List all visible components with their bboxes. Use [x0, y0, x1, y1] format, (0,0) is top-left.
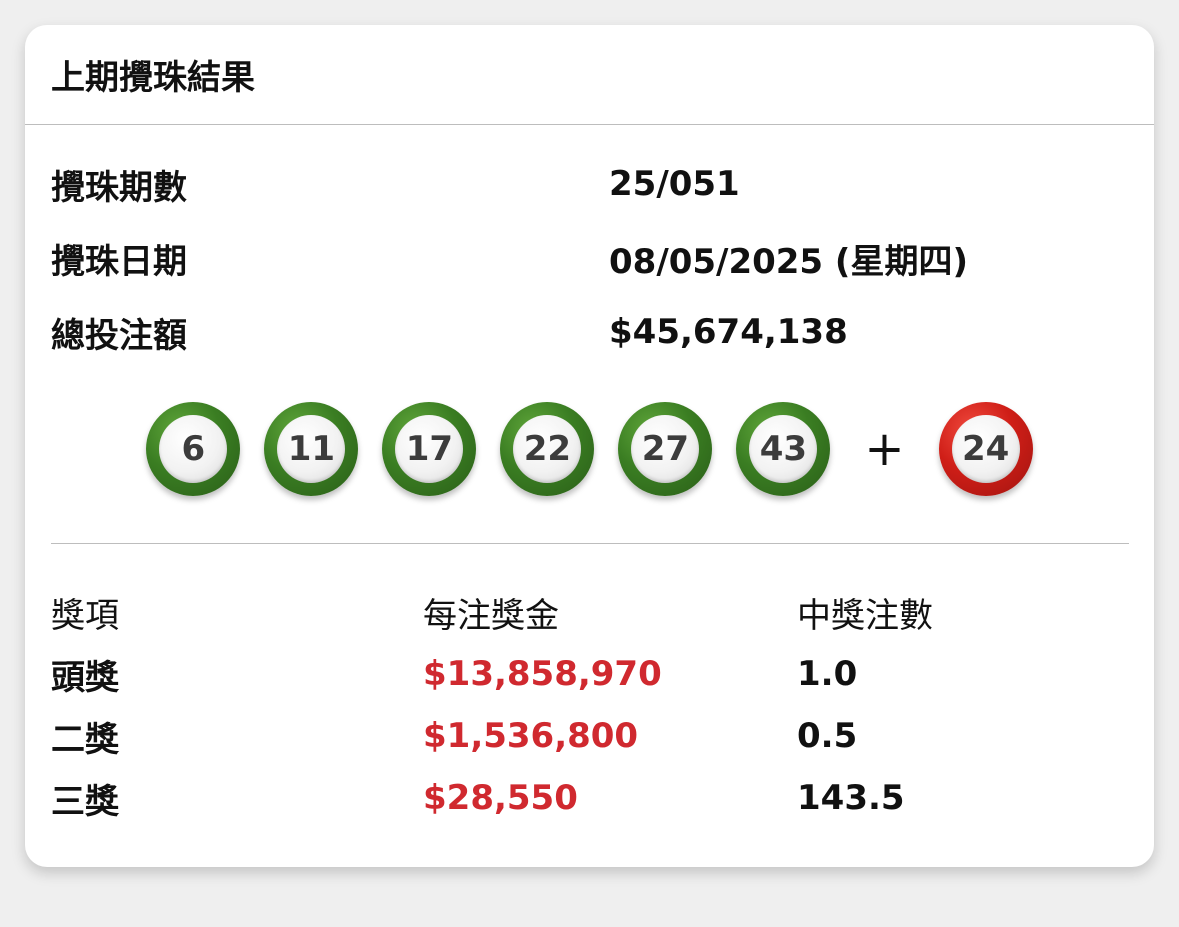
draw-info: 攪珠期數 25/051 攪珠日期 08/05/2025 (星期四) 總投注額 $…: [51, 147, 1131, 369]
total-turnover-row: 總投注額 $45,674,138: [51, 295, 1131, 369]
section-divider: [51, 543, 1129, 544]
table-row: 頭獎 $13,858,970 1.0: [51, 643, 1131, 705]
ball-number: 11: [277, 415, 346, 483]
prize-name: 二獎: [51, 719, 119, 760]
draw-number-value: 25/051: [609, 164, 740, 204]
prize-table: 獎項 每注獎金 中獎注數 頭獎 $13,858,970 1.0 二獎 $1,53…: [51, 581, 1131, 829]
prize-table-header: 獎項 每注獎金 中獎注數: [51, 581, 1131, 643]
total-turnover-label: 總投注額: [51, 315, 187, 356]
number-ball: 43: [736, 402, 831, 496]
card-header: 上期攪珠結果: [25, 25, 1154, 125]
prize-name: 三獎: [51, 781, 119, 822]
ball-number: 43: [749, 415, 818, 483]
ball-number: 24: [951, 415, 1020, 483]
prize-amount: $13,858,970: [423, 654, 662, 694]
table-row: 三獎 $28,550 143.5: [51, 767, 1131, 829]
total-turnover-value: $45,674,138: [609, 312, 848, 352]
plus-icon: +: [864, 421, 905, 477]
last-draw-card: 上期攪珠結果 攪珠期數 25/051 攪珠日期 08/05/2025 (星期四)…: [25, 25, 1154, 867]
number-ball: 11: [264, 402, 359, 496]
prize-amount: $28,550: [423, 778, 578, 818]
number-ball: 17: [382, 402, 477, 496]
prize-winners: 0.5: [797, 716, 858, 756]
prize-name: 頭獎: [51, 657, 119, 698]
prize-amount: $1,536,800: [423, 716, 639, 756]
draw-date-label: 攪珠日期: [51, 241, 187, 282]
prize-header-amount: 每注獎金: [423, 595, 559, 636]
draw-date-row: 攪珠日期 08/05/2025 (星期四): [51, 221, 1131, 295]
ball-number: 27: [631, 415, 700, 483]
prize-winners: 143.5: [797, 778, 905, 818]
draw-number-row: 攪珠期數 25/051: [51, 147, 1131, 221]
ball-number: 6: [159, 415, 228, 483]
prize-header-winners: 中獎注數: [797, 595, 933, 636]
draw-number-label: 攪珠期數: [51, 167, 187, 208]
prize-header-name: 獎項: [51, 595, 119, 636]
extra-number-ball: 24: [938, 402, 1033, 496]
ball-number: 17: [395, 415, 464, 483]
drawn-numbers: 6 11 17 22 27 43 + 24: [25, 401, 1154, 497]
prize-winners: 1.0: [797, 654, 858, 694]
draw-date-value: 08/05/2025 (星期四): [609, 241, 969, 282]
ball-number: 22: [513, 415, 582, 483]
card-title: 上期攪珠結果: [51, 58, 255, 98]
number-ball: 6: [146, 402, 241, 496]
number-ball: 22: [500, 402, 595, 496]
number-ball: 27: [618, 402, 713, 496]
table-row: 二獎 $1,536,800 0.5: [51, 705, 1131, 767]
